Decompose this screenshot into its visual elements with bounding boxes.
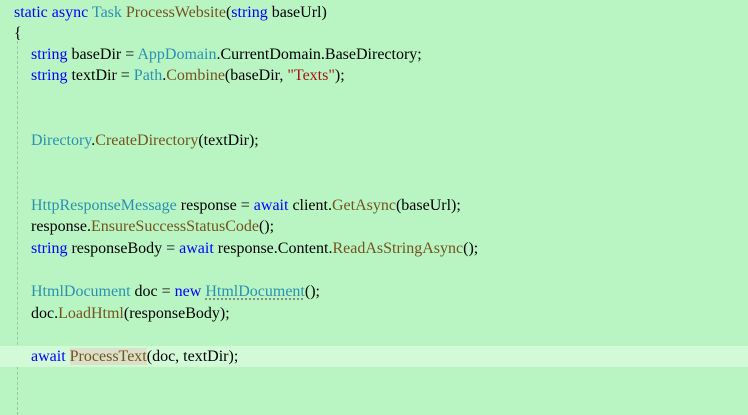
method-token: CreateDirectory	[95, 132, 199, 149]
method-token: GetAsync	[331, 197, 396, 214]
code-editor[interactable]: static async Task ProcessWebsite(string …	[0, 0, 748, 415]
code-line-open-brace[interactable]: {	[0, 23, 748, 44]
keyword-token: await	[179, 240, 214, 257]
code-line-response[interactable]: HttpResponseMessage response = await cli…	[0, 195, 748, 216]
line-content: HttpResponseMessage response = await cli…	[31, 195, 461, 216]
method-token: LoadHtml	[58, 305, 124, 322]
string-literal-token: "Texts"	[287, 67, 335, 84]
keyword-token: string	[231, 4, 268, 21]
line-content: static async Task ProcessWebsite(string …	[14, 2, 327, 23]
type-token: Directory	[31, 132, 92, 149]
line-content: response.EnsureSuccessStatusCode();	[31, 216, 274, 237]
identifier-token: (responseBody);	[123, 305, 230, 322]
line-content: string baseDir = AppDomain.CurrentDomain…	[31, 44, 422, 65]
identifier-token: client.	[288, 197, 332, 214]
identifier-token: response =	[176, 197, 254, 214]
code-line-ensure-success[interactable]: response.EnsureSuccessStatusCode();	[0, 216, 748, 237]
line-content: await ProcessText(doc, textDir);	[31, 346, 238, 367]
identifier-token: (baseUrl);	[395, 197, 461, 214]
line-content: doc.LoadHtml(responseBody);	[31, 303, 230, 324]
type-token: HtmlDocument	[31, 283, 131, 300]
identifier-token: baseDir =	[67, 46, 138, 63]
code-line-signature[interactable]: static async Task ProcessWebsite(string …	[0, 2, 748, 23]
identifier-token: response.Content.	[213, 240, 333, 257]
keyword-token: static async	[14, 4, 89, 21]
brace-token: {	[14, 25, 22, 42]
punctuation-token: ();	[258, 218, 275, 235]
punctuation-token: );	[334, 67, 345, 84]
identifier-token: responseBody =	[67, 240, 180, 257]
code-line-process-text-current[interactable]: await ProcessText(doc, textDir);	[0, 346, 748, 367]
method-token-highlighted[interactable]: ProcessText	[69, 348, 147, 365]
method-token: EnsureSuccessStatusCode	[90, 218, 259, 235]
identifier-token: response.	[31, 218, 91, 235]
type-token: Task	[91, 4, 122, 21]
identifier-token: (textDir);	[198, 132, 259, 149]
type-token-suggestion[interactable]: HtmlDocument	[205, 283, 305, 300]
line-content: string textDir = Path.Combine(baseDir, "…	[31, 65, 345, 86]
punctuation-token: ();	[463, 240, 479, 257]
method-token: ReadAsStringAsync	[332, 240, 464, 257]
method-name-token: ProcessWebsite	[125, 4, 226, 21]
code-line-basedir[interactable]: string baseDir = AppDomain.CurrentDomain…	[0, 44, 748, 65]
keyword-token: await	[253, 197, 289, 214]
type-token: AppDomain	[137, 46, 217, 63]
keyword-token: new	[174, 283, 202, 300]
line-content: Directory.CreateDirectory(textDir);	[31, 130, 259, 151]
keyword-token: string	[31, 67, 68, 84]
keyword-token: string	[31, 46, 68, 63]
code-line-response-body[interactable]: string responseBody = await response.Con…	[0, 238, 748, 259]
identifier-token: textDir =	[67, 67, 134, 84]
identifier-token: doc =	[130, 283, 175, 300]
identifier-token: (doc, textDir);	[146, 348, 239, 365]
code-line-html-document[interactable]: HtmlDocument doc = new HtmlDocument();	[0, 281, 748, 302]
type-token: HttpResponseMessage	[31, 197, 177, 214]
line-content: HtmlDocument doc = new HtmlDocument();	[31, 281, 320, 302]
code-line-textdir[interactable]: string textDir = Path.Combine(baseDir, "…	[0, 65, 748, 86]
code-line-createdirectory[interactable]: Directory.CreateDirectory(textDir);	[0, 130, 748, 151]
method-token: Combine	[166, 67, 225, 84]
parameter-token: baseUrl)	[267, 4, 327, 21]
identifier-token: doc.	[31, 305, 59, 322]
identifier-token: (baseDir,	[224, 67, 288, 84]
type-token: Path	[133, 67, 163, 84]
keyword-token: await	[31, 348, 66, 365]
code-line-load-html[interactable]: doc.LoadHtml(responseBody);	[0, 303, 748, 324]
identifier-token: .CurrentDomain.BaseDirectory;	[216, 46, 422, 63]
line-content: string responseBody = await response.Con…	[31, 238, 478, 259]
keyword-token: string	[31, 240, 68, 257]
punctuation-token: ();	[304, 283, 320, 300]
